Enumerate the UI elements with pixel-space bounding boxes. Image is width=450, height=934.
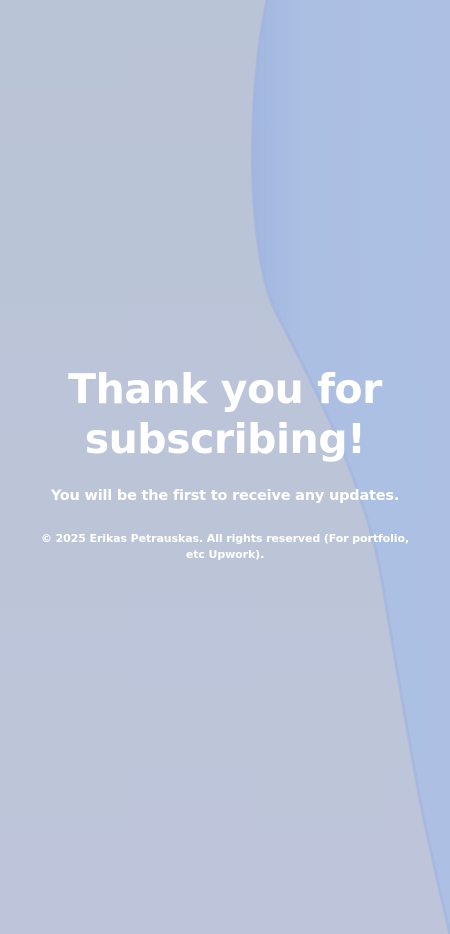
thank-you-section: Thank you for subscribing! You will be t… xyxy=(0,364,450,563)
confirmation-message: You will be the first to receive any upd… xyxy=(50,488,400,504)
copyright-text: © 2025 Erikas Petrauskas. All rights res… xyxy=(40,532,409,561)
page-title: Thank you for subscribing! xyxy=(68,365,382,463)
